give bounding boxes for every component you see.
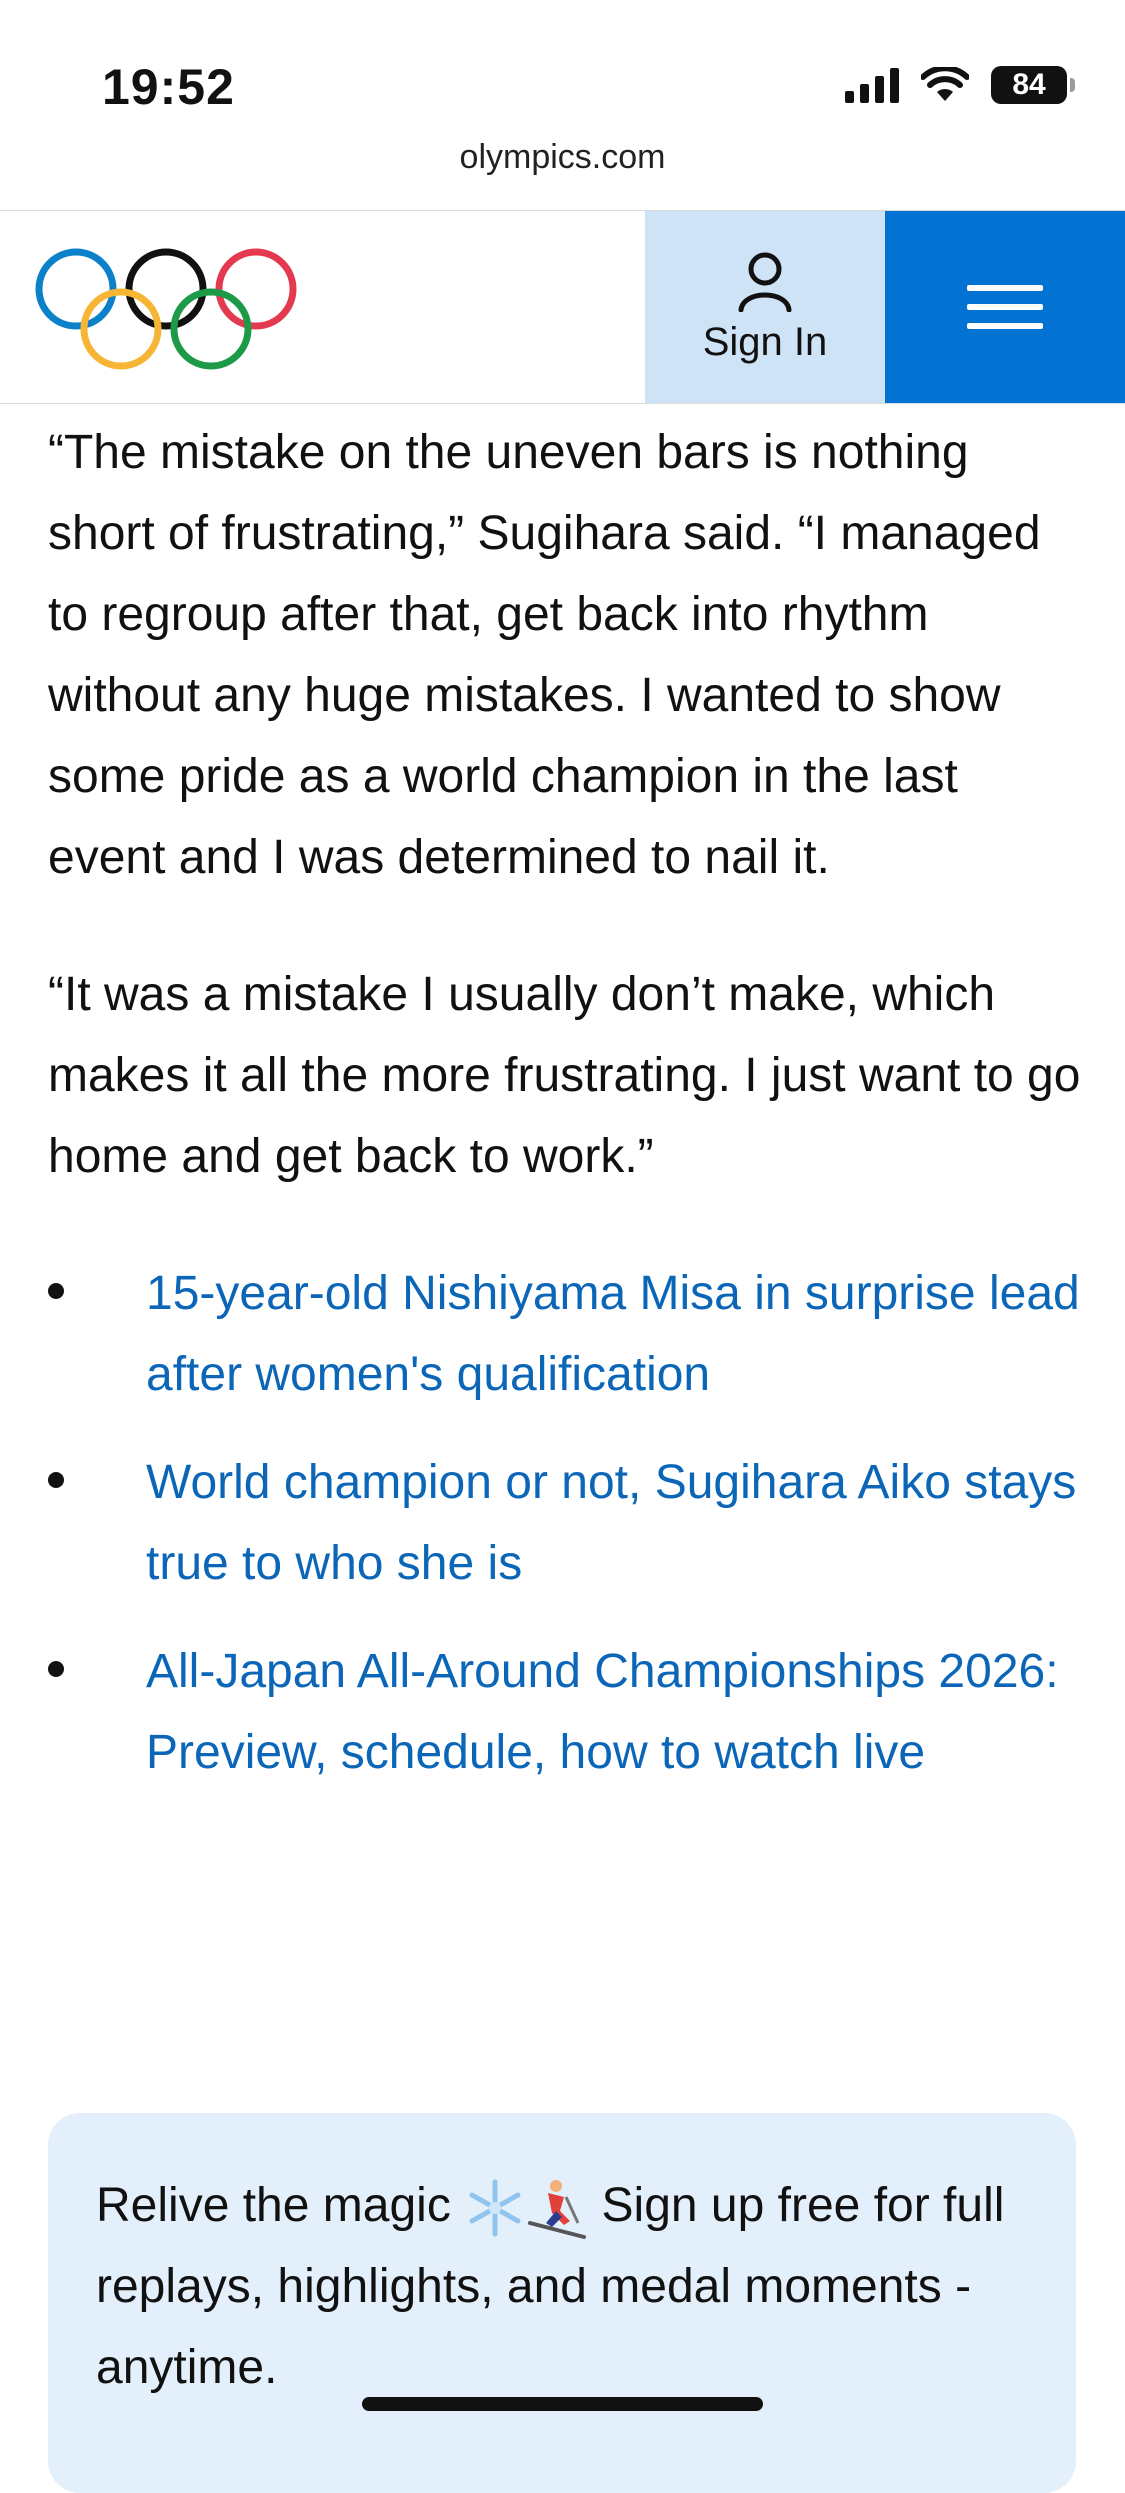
home-indicator[interactable]	[362, 2397, 763, 2411]
article-paragraph: “It was a mistake I usually don’t make, …	[48, 968, 1081, 1183]
battery-level: 84	[1012, 68, 1046, 101]
menu-button[interactable]	[885, 211, 1125, 403]
status-bar: 19:52 84 olympics.com	[0, 0, 1125, 176]
bullet-icon	[48, 1472, 64, 1488]
bullet-icon	[48, 1661, 64, 1677]
user-icon	[738, 252, 792, 312]
status-time: 19:52	[102, 59, 235, 115]
cellular-signal-icon	[845, 67, 899, 103]
skier-icon	[528, 2180, 587, 2240]
related-link-item: World champion or not, Sugihara Aiko sta…	[48, 1442, 1088, 1604]
hamburger-menu-icon	[967, 272, 1043, 342]
promo-text-before: Relive the magic	[96, 2179, 451, 2232]
signup-promo-card[interactable]: Relive the magic Sign up free for full r…	[48, 2113, 1076, 2493]
sign-in-label: Sign In	[702, 319, 828, 364]
site-header: Sign In	[0, 210, 1125, 404]
related-link[interactable]: World champion or not, Sugihara Aiko sta…	[146, 1456, 1076, 1590]
address-bar-url[interactable]: olympics.com	[0, 138, 1125, 177]
battery-icon: 84	[991, 66, 1075, 104]
related-links-list: 15-year-old Nishiyama Misa in surprise l…	[48, 1253, 1088, 1793]
sign-in-button[interactable]: Sign In	[645, 211, 885, 403]
snowflake-icon	[469, 2179, 521, 2237]
related-link-item: 15-year-old Nishiyama Misa in surprise l…	[48, 1253, 1088, 1415]
wifi-icon	[921, 67, 969, 101]
related-link[interactable]: All-Japan All-Around Championships 2026:…	[146, 1645, 1059, 1779]
bullet-icon	[48, 1283, 64, 1299]
article-paragraph: “The mistake on the uneven bars is nothi…	[48, 426, 1041, 884]
related-link[interactable]: 15-year-old Nishiyama Misa in surprise l…	[146, 1267, 1080, 1401]
olympic-rings-logo[interactable]	[34, 247, 299, 371]
related-link-item: All-Japan All-Around Championships 2026:…	[48, 1631, 1088, 1793]
article-body: “The mistake on the uneven bars is nothi…	[48, 412, 1088, 1820]
system-indicators: 84	[845, 66, 1075, 104]
promo-text: Relive the magic Sign up free for full r…	[96, 2165, 1046, 2408]
